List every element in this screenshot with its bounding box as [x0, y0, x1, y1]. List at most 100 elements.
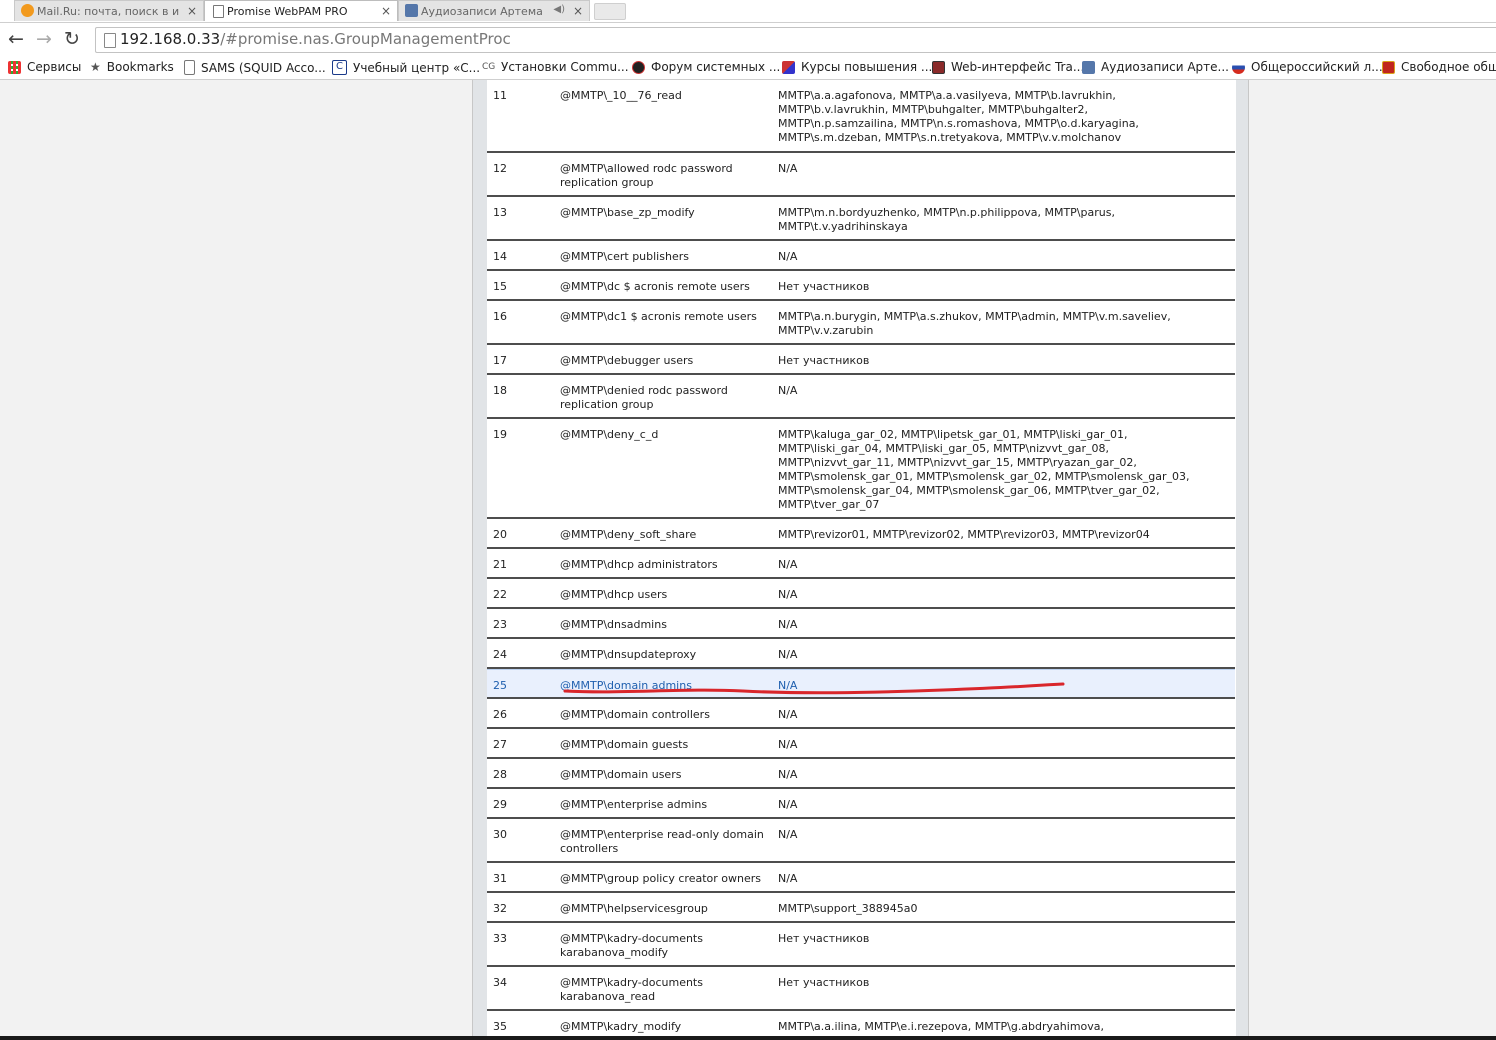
close-icon[interactable]: × — [187, 4, 197, 18]
bookmark-sysadmin-forum[interactable]: Форум системных ... — [632, 60, 780, 74]
group-name: @MMTP\cert publishers — [560, 250, 689, 263]
table-row[interactable]: 20 @MMTP\deny_soft_share MMTP\revizor01, M… — [487, 519, 1235, 549]
bookmark-label: Сервисы — [27, 60, 82, 74]
table-row[interactable]: 14 @MMTP\cert publishers N/A — [487, 241, 1235, 271]
tab-title: Аудиозаписи Артема — [421, 4, 543, 18]
bookmark-services[interactable]: Сервисы — [8, 60, 81, 74]
bookmark-audio[interactable]: Аудиозаписи Арте... — [1082, 60, 1229, 74]
group-name: @MMTP\enterprise read-only domain control… — [560, 828, 764, 855]
group-members: Нет участников — [778, 976, 1218, 990]
tab-audio[interactable]: Аудиозаписи Артема ◀) × — [398, 0, 590, 21]
table-row[interactable]: 17 @MMTP\debugger users Нет участников — [487, 345, 1235, 375]
member-line: N/A — [778, 872, 798, 885]
group-index: 27 — [493, 738, 507, 751]
member-line: N/A — [778, 708, 798, 721]
bookmark-communigate[interactable]: CG Установки Commu... — [482, 60, 629, 74]
group-name: @MMTP\enterprise admins — [560, 798, 708, 811]
member-line: MMTP\a.n.burygin, MMTP\a.s.zhukov, MMTP\… — [778, 310, 1171, 323]
table-row[interactable]: 32 @MMTP\helpservicesgroup MMTP\support_38… — [487, 893, 1235, 923]
tab-promise-webpam[interactable]: Promise WebPAM PRO × — [204, 0, 398, 21]
panel-border-right — [1236, 80, 1248, 1040]
new-tab-button[interactable] — [594, 3, 626, 20]
member-line: MMTP\n.p.samzailina, MMTP\n.s.romashova,… — [778, 117, 1139, 130]
member-line: MMTP\a.a.ilina, MMTP\e.i.rezepova, MMTP\… — [778, 1020, 1105, 1033]
group-members: N/A — [778, 162, 1218, 176]
forward-icon[interactable]: → — [36, 28, 52, 50]
forum-icon — [632, 60, 645, 74]
group-index: 21 — [493, 558, 507, 571]
bookmark-training-center[interactable]: C Учебный центр «С... — [332, 60, 480, 75]
group-index: 32 — [493, 902, 507, 915]
member-line: MMTP\s.m.dzeban, MMTP\s.n.tretyakova, MM… — [778, 131, 1122, 144]
member-line: MMTP\revizor01, MMTP\revizor02, MMTP\rev… — [778, 528, 1150, 541]
speaker-mute-icon[interactable]: ◀) — [553, 4, 565, 15]
bookmark-svobodnoe[interactable]: Свободное обще — [1382, 60, 1496, 74]
bookmark-courses[interactable]: Курсы повышения ... — [782, 60, 932, 74]
table-row[interactable]: 31 @MMTP\group policy creator owners N/A — [487, 863, 1235, 893]
group-name: @MMTP\base_zp_modify — [560, 206, 695, 219]
bookmark-label: SAMS (SQUID Acco... — [201, 60, 326, 75]
url-text[interactable]: 192.168.0.33/#promise.nas.GroupManagemen… — [120, 30, 511, 48]
table-row[interactable]: 13 @MMTP\base_zp_modify MMTP\m.n.bordyuzhe… — [487, 197, 1235, 241]
group-members: N/A — [778, 828, 1218, 842]
bookmark-bookmarks[interactable]: ★ Bookmarks — [90, 60, 174, 74]
reload-icon[interactable]: ↻ — [64, 28, 80, 50]
member-line: MMTP\support_388945a0 — [778, 902, 918, 915]
member-line: N/A — [778, 384, 798, 397]
table-row[interactable]: 12 @MMTP\allowed rodc password replication… — [487, 153, 1235, 197]
table-row[interactable]: 23 @MMTP\dnsadmins N/A — [487, 609, 1235, 639]
table-row[interactable]: 24 @MMTP\dnsupdateproxy N/A — [487, 639, 1235, 669]
member-line: N/A — [778, 162, 798, 175]
group-index: 33 — [493, 932, 507, 945]
group-name: @MMTP\debugger users — [560, 354, 694, 367]
document-icon — [213, 5, 224, 18]
c-logo-icon: C — [332, 60, 347, 75]
group-index: 28 — [493, 768, 507, 781]
group-name: @MMTP\helpservicesgroup — [560, 902, 708, 915]
table-row[interactable]: 18 @MMTP\denied rodc password replication … — [487, 375, 1235, 419]
group-index: 14 — [493, 250, 507, 263]
table-row[interactable]: 15 @MMTP\dc $ acronis remote users Нет уча… — [487, 271, 1235, 301]
tab-title: Mail.Ru: почта, поиск в и — [37, 4, 180, 18]
table-row[interactable]: 30 @MMTP\enterprise read-only domain contr… — [487, 819, 1235, 863]
table-row[interactable]: 25 @MMTP\domain admins N/A — [487, 669, 1235, 699]
table-row[interactable]: 27 @MMTP\domain guests N/A — [487, 729, 1235, 759]
bookmark-obshcherossiyskiy[interactable]: Общероссийский л... — [1232, 60, 1383, 74]
table-row[interactable]: 19 @MMTP\deny_c_d MMTP\kaluga_gar_02, MMTP… — [487, 419, 1235, 519]
group-members: Нет участников — [778, 354, 1218, 368]
group-name: @MMTP\dhcp users — [560, 588, 668, 601]
group-index: 19 — [493, 428, 507, 441]
tab-mailru[interactable]: Mail.Ru: почта, поиск в и × — [14, 0, 204, 21]
table-row[interactable]: 22 @MMTP\dhcp users N/A — [487, 579, 1235, 609]
group-members: N/A — [778, 618, 1218, 632]
page-info-icon[interactable] — [104, 33, 116, 48]
group-name: @MMTP\dc1 $ acronis remote users — [560, 310, 757, 323]
table-row[interactable]: 34 @MMTP\kadry-documents karabanova_read Не… — [487, 967, 1235, 1011]
table-row[interactable]: 11 @MMTP\_10__76_read MMTP\a.a.agafonova, … — [487, 80, 1235, 153]
member-line: N/A — [778, 828, 798, 841]
apps-grid-icon — [8, 60, 21, 74]
group-members: N/A — [778, 648, 1218, 662]
table-row[interactable]: 26 @MMTP\domain controllers N/A — [487, 699, 1235, 729]
group-members: N/A — [778, 872, 1218, 886]
url-host: 192.168.0.33 — [120, 30, 221, 48]
member-line: Нет участников — [778, 354, 870, 367]
document-icon — [184, 60, 195, 75]
bookmark-sams[interactable]: SAMS (SQUID Acco... — [184, 60, 326, 75]
member-line: N/A — [778, 648, 798, 661]
group-name: @MMTP\domain admins — [560, 679, 692, 692]
bookmark-transmission[interactable]: Web-интерфейс Tra... — [932, 60, 1084, 74]
table-row[interactable]: 16 @MMTP\dc1 $ acronis remote users MMTP\a… — [487, 301, 1235, 345]
group-index: 35 — [493, 1020, 507, 1033]
bookmarks-bar: Сервисы ★ Bookmarks SAMS (SQUID Acco... … — [0, 57, 1496, 80]
table-row[interactable]: 21 @MMTP\dhcp administrators N/A — [487, 549, 1235, 579]
close-icon[interactable]: × — [573, 4, 583, 18]
table-row[interactable]: 29 @MMTP\enterprise admins N/A — [487, 789, 1235, 819]
group-members: MMTP\support_388945a0 — [778, 902, 1218, 916]
close-icon[interactable]: × — [381, 4, 391, 18]
table-row[interactable]: 33 @MMTP\kadry-documents karabanova_modify… — [487, 923, 1235, 967]
group-name: @MMTP\allowed rodc password replication g… — [560, 162, 733, 189]
back-icon[interactable]: ← — [8, 28, 24, 50]
group-index: 12 — [493, 162, 507, 175]
table-row[interactable]: 28 @MMTP\domain users N/A — [487, 759, 1235, 789]
